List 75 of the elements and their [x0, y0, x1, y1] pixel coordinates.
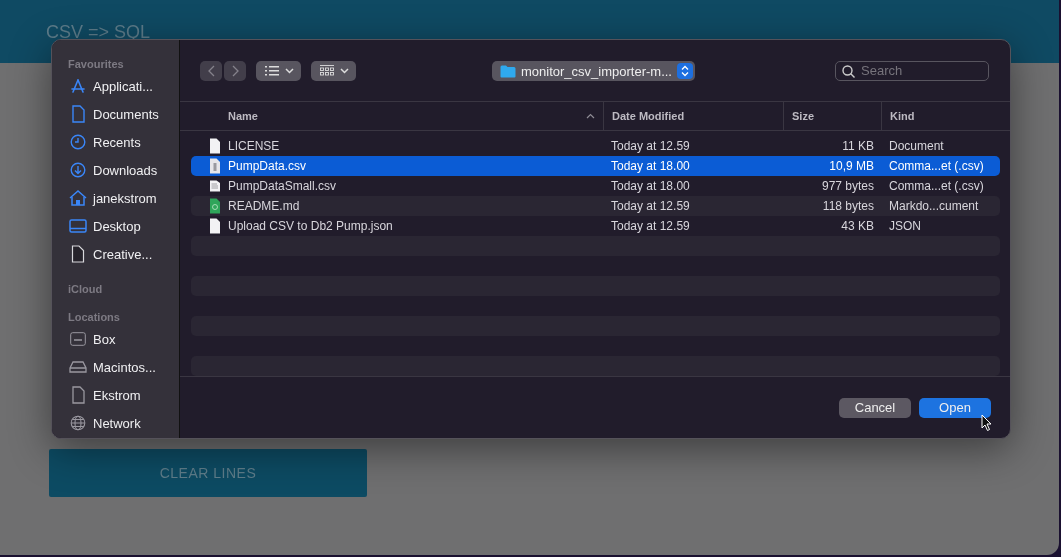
file-row[interactable]: PumpDataSmall.csv Today at 18.00 977 bytes Comma...et (.csv) [191, 176, 1000, 196]
search-icon [842, 64, 855, 78]
list-view-button[interactable] [256, 60, 301, 81]
sidebar-section-heading: Locations [67, 310, 121, 324]
sidebar-item[interactable]: Network [52, 409, 179, 437]
sidebar-item[interactable]: Recents [52, 128, 179, 156]
sidebar-item[interactable]: Ekstrom [52, 381, 179, 409]
date-modified: Today at 18.00 [610, 179, 691, 193]
home-icon [69, 190, 87, 206]
file-size: 10,9 MB [828, 159, 875, 173]
hard-drive-icon [69, 360, 87, 374]
sidebar-section-heading: Favourites [67, 57, 125, 71]
document-icon [209, 138, 221, 154]
sidebar-item[interactable]: Box [52, 325, 179, 353]
file-size: 118 bytes [821, 199, 875, 213]
file-size: 977 bytes [820, 179, 875, 193]
file-size: 11 KB [841, 139, 875, 153]
date-modified: Today at 12.59 [610, 139, 691, 153]
file-name: Upload CSV to Db2 Pump.json [228, 219, 393, 233]
column-header[interactable]: Date Modified [603, 102, 783, 130]
date-modified: Today at 12.59 [610, 219, 691, 233]
folder-popup-button[interactable]: monitor_csv_importer-m... [492, 61, 695, 81]
file-row[interactable]: LICENSE Today at 12.59 11 KB Document [191, 136, 1000, 156]
file-kind: Comma...et (.csv) [888, 179, 985, 193]
app-title: CSV => SQL [46, 22, 151, 43]
sidebar-item[interactable]: Applicati... [52, 72, 179, 100]
desktop-icon [69, 219, 87, 233]
sidebar-item[interactable]: Downloads [52, 156, 179, 184]
sidebar-item[interactable]: Desktop [52, 212, 179, 240]
clock-icon [70, 134, 86, 150]
group-view-button[interactable] [311, 60, 356, 81]
document-icon [209, 178, 221, 194]
column-header[interactable]: Size [783, 102, 881, 130]
list-icon [265, 65, 279, 76]
document-icon [209, 198, 221, 214]
chevron-down-icon [285, 67, 294, 74]
date-modified: Today at 18.00 [610, 159, 691, 173]
box-logo-icon [70, 332, 86, 346]
sidebar-item[interactable]: janekstrom [52, 184, 179, 212]
open-button[interactable]: Open [919, 397, 991, 418]
file-kind: Comma...et (.csv) [888, 159, 985, 173]
file-name: PumpDataSmall.csv [228, 179, 337, 193]
document-icon [71, 245, 85, 263]
file-row[interactable]: Upload CSV to Db2 Pump.json Today at 12.59 43 KB JSON [191, 216, 1000, 236]
document-icon [71, 105, 85, 123]
sidebar-item[interactable]: Documents [52, 100, 179, 128]
date-modified: Today at 12.59 [610, 199, 691, 213]
chevron-down-icon [340, 67, 349, 74]
file-name: LICENSE [228, 139, 280, 153]
column-header[interactable]: Kind [881, 102, 1010, 130]
file-name: README.md [228, 199, 300, 213]
file-name: PumpData.csv [228, 159, 307, 173]
mouse-pointer-icon [981, 414, 993, 432]
grid-icon [320, 65, 334, 76]
app-store-icon [70, 78, 86, 94]
cancel-button[interactable]: Cancel [839, 397, 911, 418]
file-kind: JSON [888, 219, 922, 233]
sort-caret-icon [586, 113, 595, 119]
file-row[interactable]: README.md Today at 12.59 118 bytes Markdo...cument [191, 196, 1000, 216]
document-icon [209, 158, 221, 174]
download-icon [70, 162, 86, 178]
file-kind: Markdo...cument [888, 199, 980, 213]
sidebar-section-heading: iCloud [67, 282, 104, 296]
file-kind: Document [888, 139, 945, 153]
document-icon [209, 218, 221, 234]
column-header[interactable]: Name [191, 102, 603, 130]
search-field[interactable]: Search [835, 60, 989, 81]
up-down-chevron-icon [681, 65, 689, 77]
document-icon [71, 386, 85, 404]
sidebar-item[interactable]: Creative... [52, 240, 179, 268]
folder-icon [500, 64, 516, 78]
file-size: 43 KB [840, 219, 875, 233]
file-row[interactable]: PumpData.csv Today at 18.00 10,9 MB Comma...et (.csv) [191, 156, 1000, 176]
globe-icon [70, 415, 86, 431]
sidebar-item[interactable]: Macintos... [52, 353, 179, 381]
